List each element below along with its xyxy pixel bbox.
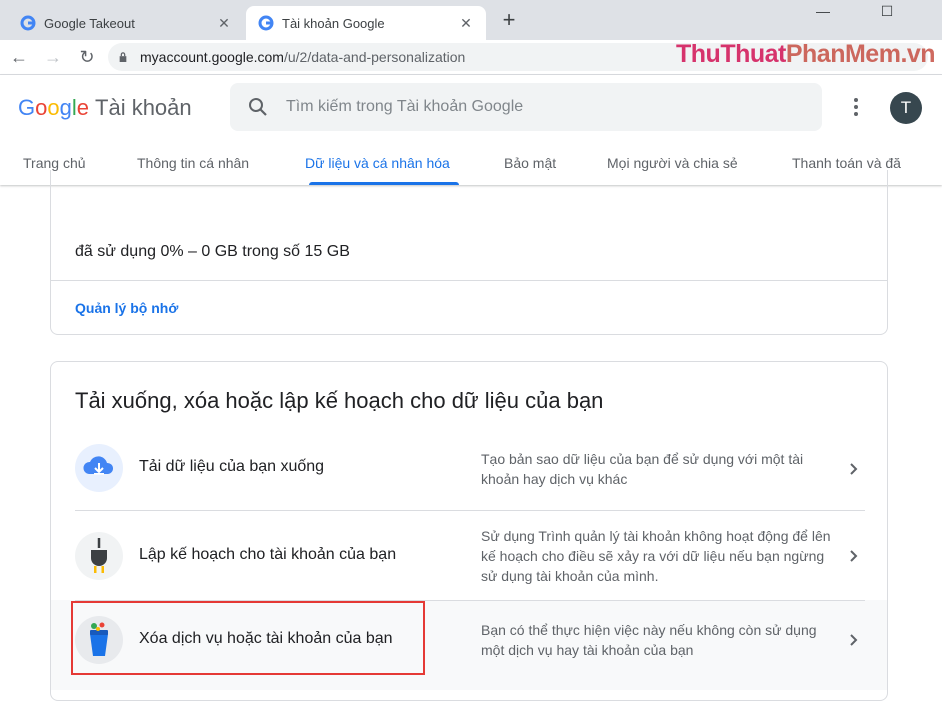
google-favicon-icon <box>20 15 36 31</box>
logo-letter: G <box>18 95 36 120</box>
card-title: Tải xuống, xóa hoặc lập kế hoạch cho dữ … <box>75 388 604 413</box>
search-input[interactable] <box>284 97 788 117</box>
forward-arrow-icon[interactable]: → <box>40 44 66 70</box>
watermark-part-1: ThuThuat <box>676 40 786 68</box>
row-description: Sử dụng Trình quản lý tài khoản không ho… <box>481 528 831 584</box>
maximize-window-icon[interactable]: ☐ <box>864 0 910 28</box>
row-divider <box>75 510 865 511</box>
close-tab-icon[interactable]: ✕ <box>454 15 478 32</box>
tab-title: Tài khoản Google <box>282 15 385 31</box>
lock-icon <box>119 52 127 62</box>
row-label: Tải dữ liệu của bạn xuống <box>139 458 325 475</box>
new-tab-button[interactable]: + <box>496 9 522 33</box>
tab-data-personalization[interactable]: Dữ liệu và cá nhân hóa <box>305 155 450 171</box>
tab-personal-info[interactable]: Thông tin cá nhân <box>137 155 249 171</box>
avatar[interactable]: T <box>890 92 922 124</box>
logo-letter: o <box>35 95 48 120</box>
logo-letter: g <box>59 95 72 120</box>
back-arrow-icon[interactable]: ← <box>6 44 32 70</box>
row-description: Bạn có thể thực hiện việc này nếu không … <box>481 622 817 658</box>
chevron-right-icon <box>850 550 858 562</box>
account-label: Tài khoản <box>95 95 192 120</box>
watermark-part-2: PhanMem.vn <box>785 40 936 68</box>
list-item-download-data[interactable]: Tải dữ liệu của bạn xuống Tạo bản sao dữ… <box>51 425 887 511</box>
google-account-logo[interactable]: Google Tài khoản <box>18 95 192 121</box>
cloud-download-icon <box>75 444 123 492</box>
manage-storage-link[interactable]: Quản lý bộ nhớ <box>75 300 178 316</box>
storage-card: đã sử dụng 0% – 0 GB trong số 15 GB Quản… <box>50 170 888 335</box>
reload-icon[interactable]: ↻ <box>74 44 100 70</box>
plug-icon <box>75 532 123 580</box>
chevron-right-icon <box>850 634 858 646</box>
tab-title: Google Takeout <box>44 15 135 31</box>
tab-google-takeout[interactable]: Google Takeout ✕ <box>8 6 244 40</box>
chevron-right-icon <box>850 463 858 475</box>
watermark: ThuThuatPhanMem.vn <box>676 40 936 69</box>
search-icon <box>249 98 267 116</box>
browser-tab-strip: Google Takeout ✕ Tài khoản Google ✕ + — … <box>0 0 942 40</box>
minimize-window-icon[interactable]: — <box>800 0 846 28</box>
tab-people-sharing[interactable]: Mọi người và chia sẻ <box>607 155 738 171</box>
tab-google-account[interactable]: Tài khoản Google ✕ <box>246 6 486 40</box>
url-text: myaccount.google.com/u/2/data-and-person… <box>140 49 465 65</box>
storage-usage-text: đã sử dụng 0% – 0 GB trong số 15 GB <box>75 243 350 260</box>
url-host: myaccount.google.com <box>140 49 284 65</box>
divider <box>51 280 887 281</box>
row-label: Lập kế hoạch cho tài khoản của bạn <box>139 546 397 563</box>
list-item-plan-account[interactable]: Lập kế hoạch cho tài khoản của bạn Sử dụ… <box>51 510 887 600</box>
tab-payments[interactable]: Thanh toán và đă <box>792 155 901 171</box>
url-path: /u/2/data-and-personalization <box>283 49 466 65</box>
account-search-box[interactable] <box>230 83 822 131</box>
page-header: GoogleTài khoản T Trang chủ Thông tin cá… <box>0 75 942 185</box>
tab-security[interactable]: Bảo mật <box>504 155 556 171</box>
google-favicon-icon <box>258 15 274 31</box>
row-description: Tạo bản sao dữ liệu của bạn để sử dụng v… <box>481 451 804 487</box>
logo-letter: e <box>76 95 90 120</box>
close-tab-icon[interactable]: ✕ <box>212 15 236 32</box>
logo-letter: o <box>47 95 60 120</box>
highlight-annotation-box <box>71 601 425 675</box>
more-options-icon[interactable] <box>844 95 868 119</box>
tab-home[interactable]: Trang chủ <box>23 155 86 171</box>
